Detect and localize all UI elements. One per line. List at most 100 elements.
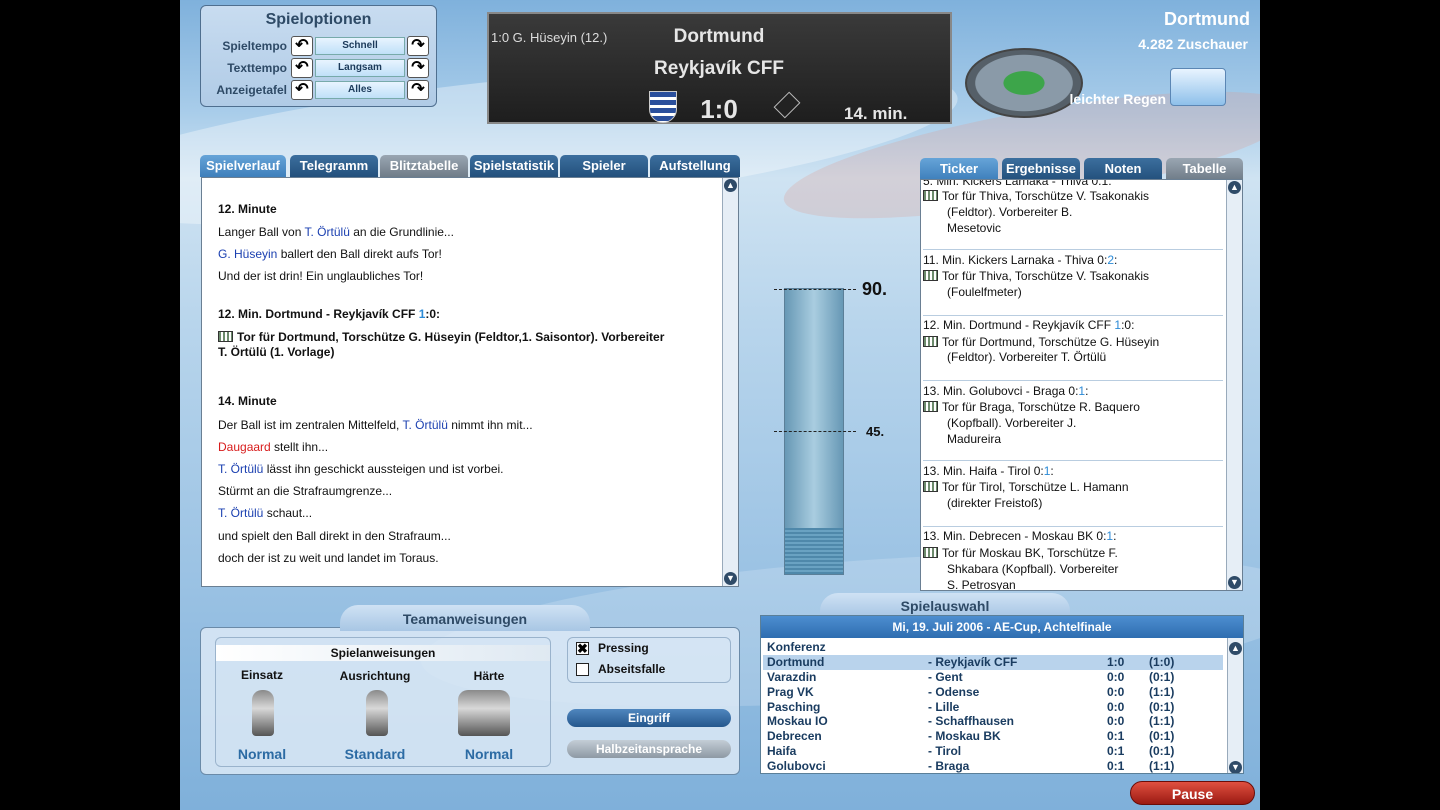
ticker-line: Madureira (947, 432, 1002, 446)
spectators: 4.282 Zuschauer (1138, 36, 1248, 52)
halbzeitansprache-button[interactable]: Halbzeitansprache (567, 740, 731, 758)
away-crest-icon (773, 91, 801, 119)
ticker-heading: 11. Min. Kickers Larnaka - Thiva 0:2: (923, 253, 1118, 267)
arrow-right-icon[interactable]: ↷ (407, 80, 429, 100)
ticker-divider (923, 460, 1223, 461)
option-row-texttempo: Texttempo ↶ Langsam ↷ (205, 58, 431, 78)
pause-button[interactable]: Pause (1130, 781, 1255, 805)
arrow-right-icon[interactable]: ↷ (407, 58, 429, 78)
away-team: Reykjavík CFF (654, 58, 784, 79)
game-options-title: Spieloptionen (265, 11, 372, 28)
tab-noten[interactable]: Noten (1084, 158, 1162, 180)
option-row-anzeigetafel: Anzeigetafel ↶ Alles ↷ (205, 80, 431, 100)
scrollbar[interactable]: ▲ ▼ (1227, 638, 1243, 773)
ticker-line: Tor für Moskau BK, Torschütze F. (923, 546, 1118, 560)
commentary-line: und spielt den Ball direkt in den Strafr… (218, 529, 451, 543)
scroll-up-icon[interactable]: ▲ (1229, 642, 1242, 655)
ausrichtung-value-box[interactable]: Standard (320, 746, 430, 762)
ticker-line: Shkabara (Kopfball). Vorbereiter (947, 562, 1119, 576)
match-row[interactable]: Debrecen - Moskau BK 0:1 (0:1) (763, 729, 1223, 744)
minute-heading: 12. Minute (218, 202, 277, 216)
match-row[interactable]: Varazdin - Gent 0:0 (0:1) (763, 670, 1223, 685)
player-figure-icon (252, 690, 274, 736)
match-row[interactable]: Moskau IO - Schaffhausen 0:0 (1:1) (763, 714, 1223, 729)
arrow-left-icon[interactable]: ↶ (291, 80, 313, 100)
goal-icon (923, 547, 938, 558)
pressing-checkbox[interactable]: ✖ (576, 642, 589, 655)
scrollbar[interactable]: ▲ ▼ (722, 178, 738, 586)
tick-90 (774, 289, 856, 290)
rain-icon (1170, 68, 1226, 106)
scroll-up-icon[interactable]: ▲ (1228, 181, 1241, 194)
game-options-panel: Spieloptionen Spieltempo ↶ Schnell ↷ Tex… (200, 5, 437, 107)
match-row[interactable]: Haifa - Tirol 0:1 (0:1) (763, 744, 1223, 759)
haerte-value: Normal (464, 746, 514, 762)
tab-spieler[interactable]: Spieler (560, 155, 648, 177)
commentary-tabs: Spielverlauf Telegramm Blitztabelle Spie… (200, 155, 740, 177)
tab-tabelle[interactable]: Tabelle (1166, 158, 1243, 180)
match-row[interactable]: Dortmund - Reykjavík CFF 1:0 (1:0) (763, 655, 1223, 670)
tab-aufstellung[interactable]: Aufstellung (650, 155, 740, 177)
haerte-control[interactable]: Härte (434, 669, 544, 683)
last-goal: 1:0 G. Hüseyin (12.) (491, 30, 608, 45)
match-row[interactable]: Pasching - Lille 0:0 (0:1) (763, 700, 1223, 715)
ticker-panel: 5. Min. Kickers Larnaka - Thiva 0:1: Tor… (920, 179, 1243, 591)
match-selection-panel: Mi, 19. Juli 2006 - AE-Cup, Achtelfinale… (760, 615, 1244, 774)
commentary-line: T. Örtülü lässt ihn geschickt aussteigen… (218, 462, 504, 476)
konferenz-row[interactable]: Konferenz (763, 640, 1223, 655)
abseitsfalle-label: Abseitsfalle (598, 662, 666, 676)
ticker-line: Tor für Dortmund, Torschütze G. Hüseyin (923, 335, 1159, 349)
ticker-line: Mesetovic (947, 221, 1002, 235)
goal-line: T. Örtülü (1. Vorlage) (218, 345, 335, 359)
ticker-line: Tor für Tirol, Torschütze L. Hamann (923, 480, 1129, 494)
arrow-left-icon[interactable]: ↶ (291, 58, 313, 78)
tab-spielstatistik[interactable]: Spielstatistik (470, 155, 558, 177)
abseitsfalle-checkbox[interactable] (576, 663, 589, 676)
ticker-divider (923, 249, 1223, 250)
ausrichtung-value: Standard (344, 746, 406, 762)
tab-blitztabelle[interactable]: Blitztabelle (380, 155, 468, 177)
scroll-down-icon[interactable]: ▼ (724, 572, 737, 585)
commentary-line: Der Ball ist im zentralen Mittelfeld, T.… (218, 418, 533, 432)
arrow-right-icon[interactable]: ↷ (407, 36, 429, 56)
tackle-figure-icon (458, 690, 510, 736)
stadium-icon (965, 40, 1085, 120)
haerte-value-box[interactable]: Normal (434, 746, 544, 762)
scrollbar[interactable]: ▲ ▼ (1226, 180, 1242, 590)
option-label: Spieltempo (222, 39, 287, 53)
tab-ticker[interactable]: Ticker (920, 158, 998, 180)
minute-heading: 14. Minute (218, 394, 277, 408)
tab-spielverlauf[interactable]: Spielverlauf (200, 155, 286, 177)
player-figure-icon (366, 690, 388, 736)
einsatz-value-box[interactable]: Normal (207, 746, 317, 762)
option-label: Texttempo (227, 61, 287, 75)
pressing-label: Pressing (598, 641, 649, 655)
goal-heading: 12. Min. Dortmund - Reykjavík CFF 1:0: (218, 307, 441, 321)
tick-label-90: 90. (862, 279, 888, 299)
tab-telegramm[interactable]: Telegramm (290, 155, 378, 177)
goal-icon (218, 331, 233, 342)
scroll-down-icon[interactable]: ▼ (1228, 576, 1241, 589)
tick-45 (774, 431, 856, 432)
match-date-header: Mi, 19. Juli 2006 - AE-Cup, Achtelfinale (761, 616, 1243, 638)
goal-line: Tor für Dortmund, Torschütze G. Hüseyin … (218, 330, 664, 344)
scroll-down-icon[interactable]: ▼ (1229, 761, 1242, 773)
einsatz-control[interactable]: Einsatz (207, 668, 317, 682)
ausrichtung-label: Ausrichtung (339, 669, 411, 683)
ticker-line: (Foulelfmeter) (947, 285, 1022, 299)
option-value: Alles (315, 81, 405, 99)
weather-label: leichter Regen (1069, 91, 1166, 107)
match-row[interactable]: Prag VK - Odense 0:0 (1:1) (763, 685, 1223, 700)
commentary-line: Und der ist drin! Ein unglaubliches Tor! (218, 269, 424, 283)
arrow-left-icon[interactable]: ↶ (291, 36, 313, 56)
ticker-line: (direkter Freistoß) (947, 496, 1043, 510)
commentary-line: Daugaard stellt ihn... (218, 440, 329, 454)
scroll-up-icon[interactable]: ▲ (724, 179, 737, 192)
ausrichtung-control[interactable]: Ausrichtung (320, 669, 430, 683)
eingriff-button[interactable]: Eingriff (567, 709, 731, 727)
tab-ergebnisse[interactable]: Ergebnisse (1002, 158, 1080, 180)
match-minute: 14. min. (844, 104, 908, 123)
match-row[interactable]: Golubovci - Braga 0:1 (1:1) (763, 759, 1223, 773)
ticker-tabs: Ticker Ergebnisse Noten Tabelle (920, 158, 1243, 180)
scoreboard: 1:0 G. Hüseyin (12.) Dortmund Reykjavík … (487, 12, 952, 124)
